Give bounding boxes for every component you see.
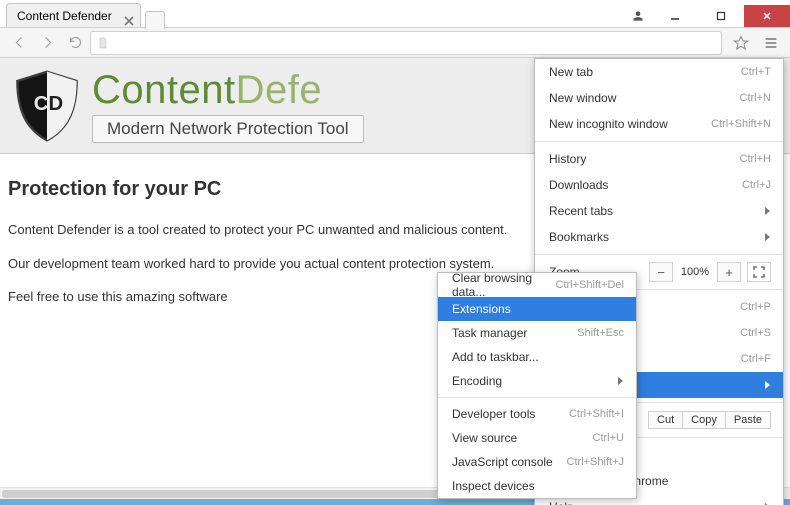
edit-cut-button[interactable]: Cut (648, 411, 683, 429)
submenu-developer-tools[interactable]: Developer toolsCtrl+Shift+I (438, 402, 636, 426)
reload-button[interactable] (62, 31, 88, 55)
window-titlebar: Content Defender (0, 0, 790, 28)
brand-tagline: Modern Network Protection Tool (92, 115, 364, 143)
menu-downloads[interactable]: DownloadsCtrl+J (535, 172, 783, 198)
submenu-encoding[interactable]: Encoding (438, 369, 636, 393)
profile-icon[interactable] (624, 5, 652, 27)
submenu-extensions[interactable]: Extensions (438, 297, 636, 321)
chevron-right-icon (763, 204, 771, 218)
tab-title: Content Defender (17, 9, 112, 23)
chevron-right-icon (616, 374, 624, 388)
menu-new-incognito[interactable]: New incognito windowCtrl+Shift+N (535, 111, 783, 137)
chevron-right-icon (763, 500, 771, 505)
window-close-button[interactable] (744, 5, 790, 27)
submenu-view-source[interactable]: View sourceCtrl+U (438, 426, 636, 450)
menu-history[interactable]: HistoryCtrl+H (535, 146, 783, 172)
edit-paste-button[interactable]: Paste (726, 411, 771, 429)
shield-logo-icon: C D (8, 67, 86, 145)
submenu-clear-browsing[interactable]: Clear browsing data...Ctrl+Shift+Del (438, 273, 636, 297)
back-button[interactable] (6, 31, 32, 55)
window-maximize-button[interactable] (698, 5, 744, 27)
edit-copy-button[interactable]: Copy (683, 411, 726, 429)
zoom-in-button[interactable]: + (717, 262, 741, 282)
window-minimize-button[interactable] (652, 5, 698, 27)
submenu-task-manager[interactable]: Task managerShift+Esc (438, 321, 636, 345)
zoom-out-button[interactable]: − (649, 262, 673, 282)
bookmark-star-icon[interactable] (728, 31, 754, 55)
svg-text:D: D (49, 92, 64, 114)
browser-tab[interactable]: Content Defender (6, 3, 141, 27)
submenu-js-console[interactable]: JavaScript consoleCtrl+Shift+J (438, 450, 636, 474)
menu-recent-tabs[interactable]: Recent tabs (535, 198, 783, 224)
menu-new-tab[interactable]: New tabCtrl+T (535, 59, 783, 85)
menu-new-window[interactable]: New windowCtrl+N (535, 85, 783, 111)
address-bar[interactable] (90, 31, 722, 55)
more-tools-submenu: Clear browsing data...Ctrl+Shift+Del Ext… (437, 272, 637, 499)
chevron-right-icon (763, 378, 771, 392)
new-tab-button[interactable] (145, 11, 165, 29)
forward-button[interactable] (34, 31, 60, 55)
zoom-percent: 100% (673, 266, 717, 278)
close-tab-icon[interactable] (124, 10, 134, 20)
browser-toolbar (0, 28, 790, 58)
menu-bookmarks[interactable]: Bookmarks (535, 224, 783, 250)
submenu-add-taskbar[interactable]: Add to taskbar... (438, 345, 636, 369)
chevron-right-icon (763, 230, 771, 244)
chrome-menu-icon[interactable] (758, 31, 784, 55)
submenu-inspect-devices[interactable]: Inspect devices (438, 474, 636, 498)
brand-title: ContentDefe (92, 68, 364, 113)
fullscreen-button[interactable] (747, 262, 771, 282)
svg-text:C: C (34, 92, 49, 114)
